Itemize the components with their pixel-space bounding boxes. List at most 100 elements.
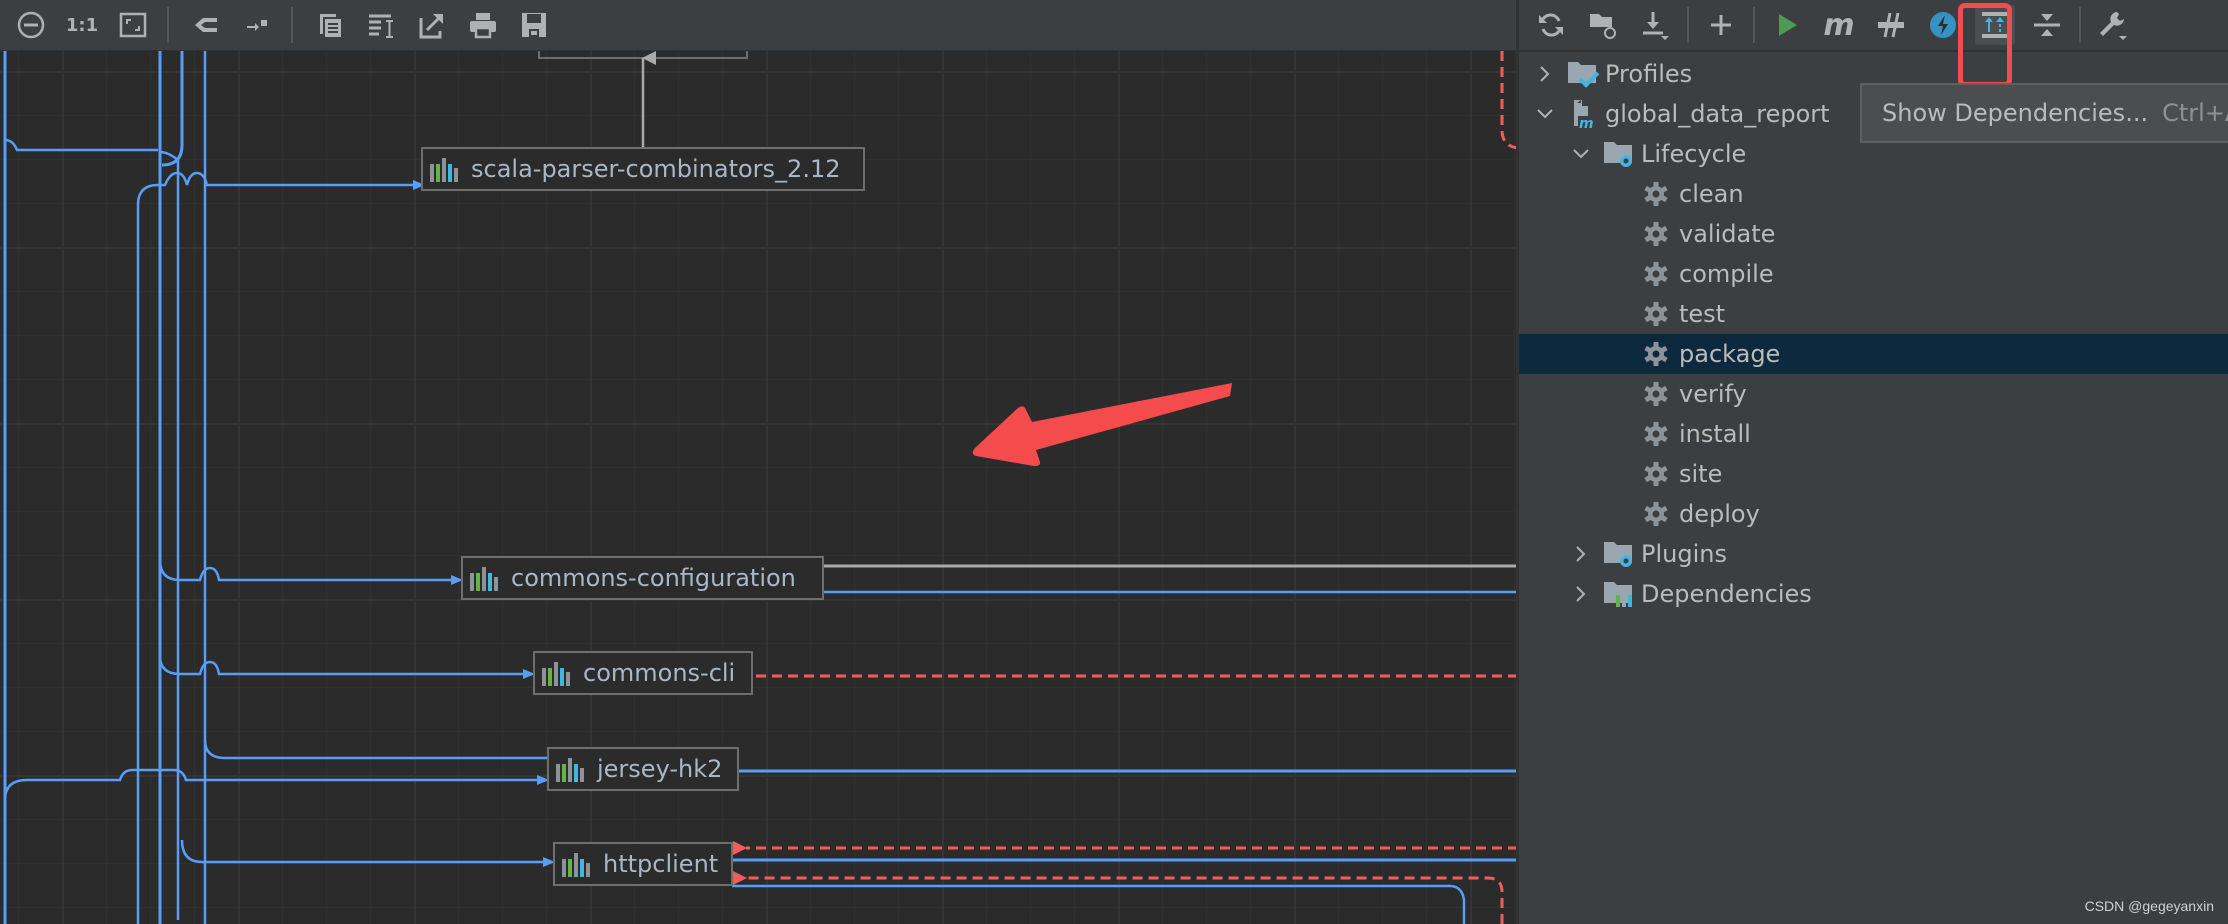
tree-item-goal-compile[interactable]: compile	[1519, 254, 2228, 294]
toolbar-separator	[167, 7, 169, 43]
print-icon	[470, 13, 496, 39]
edge-to-commons-cli	[158, 655, 532, 674]
tree-item-goal-package[interactable]: package	[1519, 334, 2228, 374]
edit-label-button[interactable]	[361, 5, 401, 45]
tree-item-goal-verify[interactable]: verify	[1519, 374, 2228, 414]
node-scala-parser-combinators[interactable]: scala-parser-combinators_2.12	[421, 147, 865, 191]
toolbar-separator	[291, 7, 293, 43]
skip-tests-button[interactable]	[1923, 5, 1963, 45]
tree-label: verify	[1679, 380, 1747, 408]
tooltip-show-dependencies: Show Dependencies... Ctrl+Al	[1860, 83, 2228, 143]
tree-item-goal-validate[interactable]: validate	[1519, 214, 2228, 254]
edge-to-jersey-hk2-second	[3, 768, 546, 801]
gear-icon	[1641, 218, 1671, 250]
generate-sources-button[interactable]	[1583, 5, 1623, 45]
gear-icon	[1641, 458, 1671, 490]
layout-button[interactable]	[186, 5, 226, 45]
tree-label: deploy	[1679, 500, 1760, 528]
route-edges-button[interactable]	[237, 5, 277, 45]
settings-button[interactable]	[2093, 5, 2133, 45]
lightning-icon	[1930, 12, 1956, 38]
library-icon	[562, 853, 590, 877]
tree-item-goal-install[interactable]: install	[1519, 414, 2228, 454]
execute-goal-button[interactable]: m	[1819, 5, 1859, 45]
save-button[interactable]	[514, 5, 554, 45]
toggle-offline-button[interactable]	[1871, 5, 1911, 45]
copy-button[interactable]	[310, 5, 350, 45]
run-button[interactable]	[1767, 5, 1807, 45]
tree-item-goal-test[interactable]: test	[1519, 294, 2228, 334]
tooltip-text: Show Dependencies...	[1882, 99, 2149, 127]
fit-content-icon	[119, 12, 147, 38]
maven-project-icon: m	[1565, 98, 1601, 130]
node-commons-cli[interactable]: commons-cli	[533, 651, 753, 695]
chevron-down-icon[interactable]	[1535, 104, 1555, 124]
node-httpclient[interactable]: httpclient	[553, 842, 733, 886]
tree-label: Dependencies	[1641, 580, 1812, 608]
tree-label: Plugins	[1641, 540, 1727, 568]
text-edit-icon	[369, 14, 393, 38]
tree-item-goal-deploy[interactable]: deploy	[1519, 494, 2228, 534]
gear-icon	[1641, 178, 1671, 210]
tree-label: compile	[1679, 260, 1774, 288]
actual-size-button[interactable]: 1:1	[62, 5, 102, 45]
chevron-right-icon[interactable]	[1535, 64, 1555, 84]
minus-circle-icon	[17, 11, 45, 39]
toolbar-separator	[1753, 7, 1755, 43]
add-button[interactable]	[1701, 5, 1741, 45]
library-icon	[556, 758, 584, 782]
one-to-one-icon: 1:1	[65, 14, 99, 36]
show-dependencies-button[interactable]	[1975, 5, 2015, 45]
node-jersey-hk2[interactable]: jersey-hk2	[547, 747, 739, 791]
tree-item-plugins[interactable]: Plugins	[1519, 534, 2228, 574]
tree-label: test	[1679, 300, 1726, 328]
diagram-toolbar: 1:1	[0, 0, 1518, 51]
node-label: jersey-hk2	[597, 755, 723, 783]
export-icon	[419, 14, 443, 39]
tree-label: install	[1679, 420, 1751, 448]
tree-label: global_data_report	[1605, 100, 1830, 128]
tree-label: package	[1679, 340, 1781, 368]
print-button[interactable]	[463, 5, 503, 45]
watermark: CSDN @gegeyanxin	[2084, 898, 2214, 914]
tree-label: site	[1679, 460, 1723, 488]
tree-label: Lifecycle	[1641, 140, 1747, 168]
edge-vertical	[161, 51, 184, 167]
library-icon	[542, 662, 570, 686]
wrench-icon	[2100, 12, 2127, 40]
library-icon	[470, 567, 498, 591]
tree-label: Profiles	[1605, 60, 1693, 88]
plus-icon	[1711, 15, 1731, 35]
tree-label: clean	[1679, 180, 1744, 208]
export-button[interactable]	[412, 5, 452, 45]
chevron-down-icon[interactable]	[1571, 144, 1591, 164]
annotation-arrow	[972, 383, 1232, 466]
reload-button[interactable]	[1531, 5, 1571, 45]
edge-to-httpclient	[180, 839, 552, 862]
tree-item-goal-site[interactable]: site	[1519, 454, 2228, 494]
tree-item-goal-clean[interactable]: clean	[1519, 174, 2228, 214]
collapse-all-button[interactable]	[2027, 5, 2067, 45]
toolbar-separator	[1687, 7, 1689, 43]
dependency-diagram-canvas[interactable]: scala-parser-combinators_2.12 commons-co…	[0, 51, 1518, 924]
node-commons-configuration[interactable]: commons-configuration	[461, 556, 824, 600]
node-label: commons-cli	[583, 659, 736, 687]
hierarchy-icon	[195, 18, 217, 32]
gear-icon	[1641, 298, 1671, 330]
tree-item-dependencies[interactable]: Dependencies	[1519, 574, 2228, 614]
chevron-right-icon[interactable]	[1571, 544, 1591, 564]
node-label: scala-parser-combinators_2.12	[471, 155, 841, 183]
download-button[interactable]	[1635, 5, 1675, 45]
edge-from-httpclient-curve	[732, 884, 1466, 924]
maven-toolbar: m	[1519, 0, 2228, 52]
fit-content-button[interactable]	[113, 5, 153, 45]
zoom-out-button[interactable]	[11, 5, 51, 45]
chevron-right-icon[interactable]	[1571, 584, 1591, 604]
tree-label: validate	[1679, 220, 1776, 248]
download-icon	[1643, 12, 1669, 40]
dependencies-folder-icon	[1601, 578, 1637, 610]
gear-icon	[1641, 378, 1671, 410]
plugins-folder-icon	[1601, 538, 1637, 570]
gear-icon	[1641, 418, 1671, 450]
run-icon	[1779, 14, 1797, 36]
